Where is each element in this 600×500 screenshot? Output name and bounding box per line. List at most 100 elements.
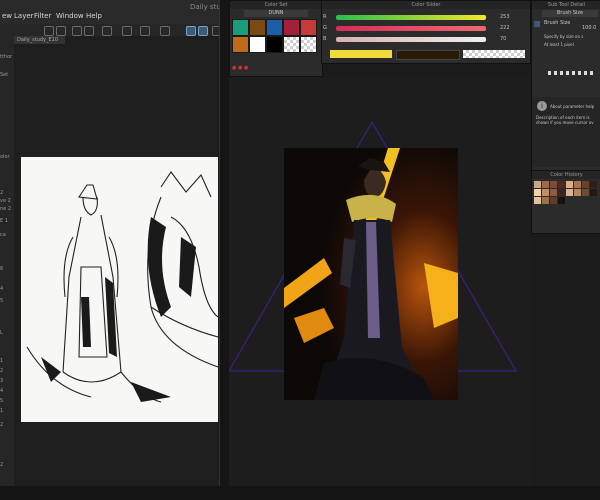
tool-label[interactable]: 5 <box>0 298 3 304</box>
history-color-cell[interactable] <box>558 189 565 196</box>
option-brush-size: Brush Size <box>544 20 571 26</box>
history-color-cell[interactable] <box>558 197 565 204</box>
tool-label[interactable]: 1 <box>0 408 3 414</box>
tool-label[interactable]: ve 2 <box>0 198 11 204</box>
brush-size-value[interactable]: 100.0 <box>582 25 596 31</box>
menu-item-layer[interactable]: Layer <box>14 12 34 20</box>
b-slider[interactable] <box>336 37 486 42</box>
history-color-cell[interactable] <box>558 181 565 188</box>
tool-label[interactable]: E 1 <box>0 218 8 224</box>
tool-palette: tthor Set olor 2 ve 2 ne 2 E 1 ca 6 4 5 … <box>0 36 15 486</box>
color-set-name[interactable]: DUNN <box>244 10 308 17</box>
history-color-cell[interactable] <box>574 189 581 196</box>
select-icon[interactable] <box>160 26 170 36</box>
tool-label[interactable]: ca <box>0 232 6 238</box>
slider-label: B <box>323 36 327 42</box>
menu-item-filter[interactable]: Filter <box>34 12 51 20</box>
slider-value[interactable]: 222 <box>500 25 510 31</box>
slider-value[interactable]: 70 <box>500 36 506 42</box>
history-color-cell[interactable] <box>566 181 573 188</box>
lasso-icon[interactable] <box>102 26 112 36</box>
history-color-cell[interactable] <box>550 197 557 204</box>
color-swatch[interactable] <box>283 36 300 53</box>
color-swatch[interactable] <box>283 19 300 36</box>
tool-label[interactable]: 3 <box>0 378 3 384</box>
tool-label[interactable]: tthor <box>0 54 12 60</box>
sub-tool-title: Sub Tool Detail <box>532 1 600 9</box>
tool-label[interactable]: 1 <box>0 358 3 364</box>
slider-label: R <box>323 14 327 20</box>
option-specify-size[interactable]: Specify by size on s <box>544 34 583 39</box>
history-color-cell[interactable] <box>590 181 597 188</box>
color-set-controls[interactable]: ● ● ● <box>232 65 248 71</box>
color-set-panel: Color Set DUNN ● ● ● <box>229 0 323 77</box>
transform-icon[interactable] <box>140 26 150 36</box>
history-color-cell[interactable] <box>550 189 557 196</box>
taskbar <box>0 486 600 500</box>
history-color-cell[interactable] <box>534 181 541 188</box>
history-color-cell[interactable] <box>574 181 581 188</box>
history-color-cell[interactable] <box>582 181 589 188</box>
history-color-cell[interactable] <box>534 189 541 196</box>
tool-label[interactable]: 2 <box>0 462 3 468</box>
category-icon[interactable] <box>534 21 540 27</box>
brush-icon[interactable] <box>198 26 208 36</box>
tool-label[interactable]: ne 2 <box>0 206 11 212</box>
color-swatch[interactable] <box>266 36 283 53</box>
option-min-pixel[interactable]: At least 1 pixel <box>544 42 574 47</box>
slider-value[interactable]: 253 <box>500 14 510 20</box>
tool-label[interactable]: 2 <box>0 368 3 374</box>
pen-icon[interactable] <box>186 26 196 36</box>
history-color-cell[interactable] <box>542 189 549 196</box>
sub-tool-name[interactable]: Brush Size <box>542 10 598 17</box>
menu-item-view[interactable]: ew <box>2 12 12 20</box>
help-area: i About parameter help Description of ea… <box>532 97 600 167</box>
tool-label[interactable]: 6 <box>0 266 3 272</box>
color-swatch[interactable] <box>266 19 283 36</box>
color-swatch[interactable] <box>249 19 266 36</box>
brush-size-presets[interactable] <box>548 71 594 75</box>
color-history-grid[interactable] <box>534 181 598 225</box>
history-color-cell[interactable] <box>550 181 557 188</box>
color-swatch[interactable] <box>232 36 249 53</box>
history-color-cell[interactable] <box>534 197 541 204</box>
redo-history-icon[interactable] <box>84 26 94 36</box>
tool-label[interactable]: 2 <box>0 422 3 428</box>
command-bar <box>0 24 228 36</box>
history-color-cell[interactable] <box>590 189 597 196</box>
tool-label[interactable]: 2 <box>0 190 3 196</box>
history-color-cell[interactable] <box>582 189 589 196</box>
sketch-canvas[interactable] <box>21 157 218 422</box>
r-slider[interactable] <box>336 15 486 20</box>
undo-icon[interactable] <box>44 26 54 36</box>
g-slider[interactable] <box>336 26 486 31</box>
redo-icon[interactable] <box>56 26 66 36</box>
main-color-chip[interactable] <box>330 50 392 58</box>
color-history-panel: Color History <box>531 170 600 234</box>
tool-label[interactable]: 4 <box>0 286 3 292</box>
history-color-cell[interactable] <box>566 189 573 196</box>
history-color-cell[interactable] <box>542 197 549 204</box>
menu-item-help[interactable]: Help <box>86 12 102 20</box>
tool-label[interactable]: L <box>0 330 3 336</box>
menu-item-window[interactable]: Window <box>56 12 84 20</box>
fill-icon[interactable] <box>122 26 132 36</box>
document-tab[interactable]: Daily_study_E10 <box>14 36 65 44</box>
color-swatch[interactable] <box>232 19 249 36</box>
history-color-cell[interactable] <box>542 181 549 188</box>
sub-tool-detail-panel: Sub Tool Detail Brush Size Brush Size 10… <box>531 0 600 172</box>
sub-color-chip[interactable] <box>396 50 460 60</box>
help-title: About parameter help <box>550 104 595 109</box>
tool-label[interactable]: 4 <box>0 388 3 394</box>
color-slider-panel: Color Slider R 253 G 222 B 70 <box>321 0 531 64</box>
tool-label[interactable]: olor <box>0 154 10 160</box>
color-swatch[interactable] <box>300 19 317 36</box>
color-swatch[interactable] <box>300 36 317 53</box>
tool-label[interactable]: 5 <box>0 398 3 404</box>
sketch-drawing <box>26 171 218 403</box>
color-swatch[interactable] <box>249 36 266 53</box>
reference-artwork[interactable] <box>284 148 458 400</box>
tool-label[interactable]: Set <box>0 72 8 78</box>
transparent-chip[interactable] <box>463 50 525 58</box>
undo-history-icon[interactable] <box>72 26 82 36</box>
